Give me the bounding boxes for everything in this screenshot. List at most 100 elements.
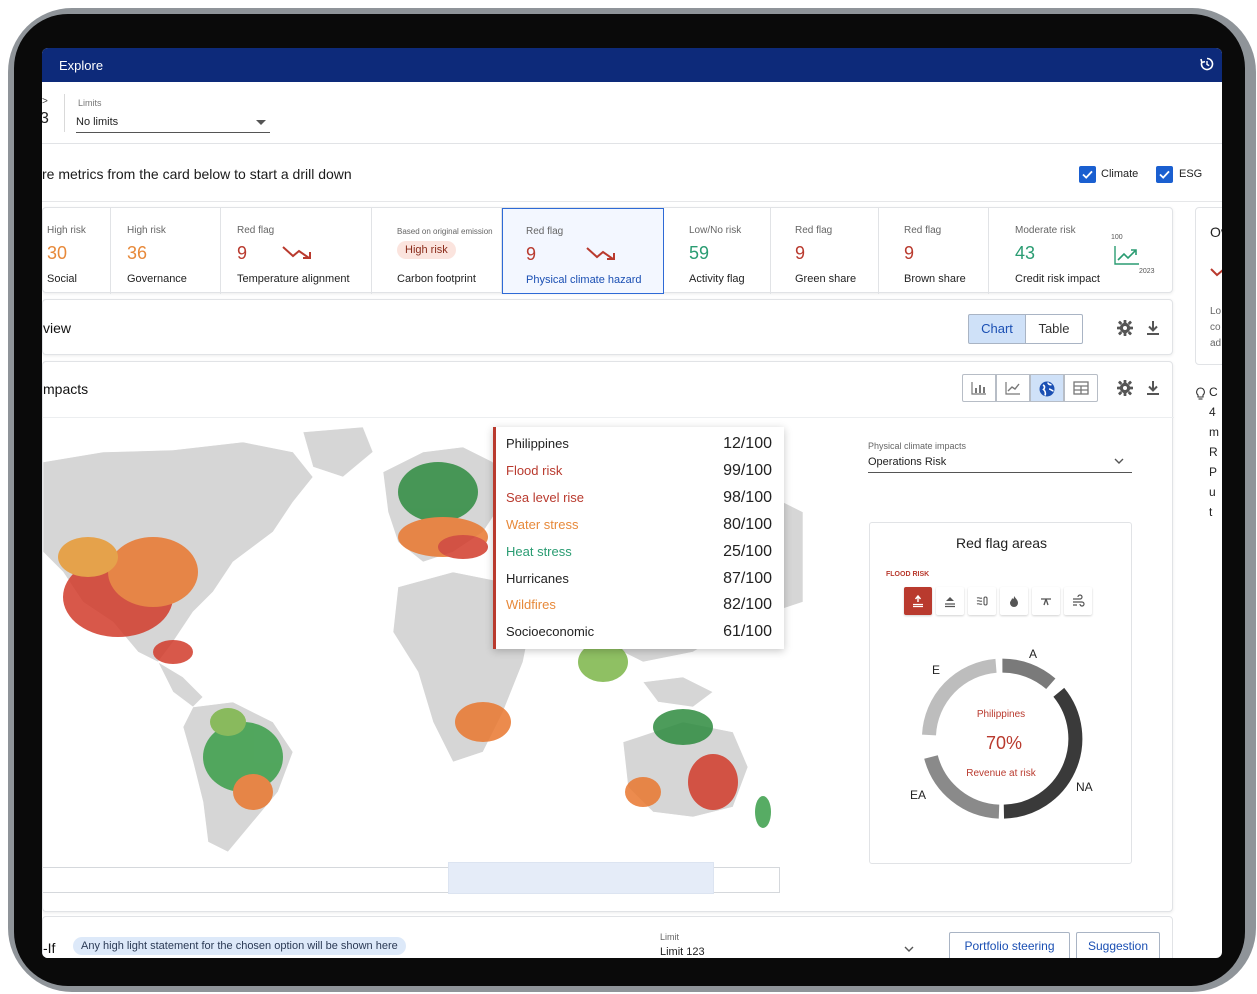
sea-level-hazard-button[interactable] — [936, 587, 964, 615]
esg-checkbox[interactable] — [1156, 166, 1173, 183]
map-tooltip: Philippines 12/100 Flood risk 99/100 Sea… — [493, 427, 784, 649]
metric-card-brown-share[interactable]: Red flag 9 Brown share — [879, 208, 989, 294]
metric-card-temperature-alignment[interactable]: Red flag 9 Temperature alignment — [221, 208, 372, 294]
gear-icon[interactable] — [1116, 319, 1134, 337]
wildfire-icon — [1010, 596, 1018, 607]
overview-panel: view Chart Table — [42, 299, 1173, 355]
metric-card-social[interactable]: High risk 30 Social — [42, 208, 111, 294]
download-icon[interactable] — [1144, 379, 1162, 397]
side-panel-text: Lo — [1210, 306, 1222, 317]
card-name: Social — [47, 273, 77, 285]
red-flag-areas-title: Red flag areas — [955, 535, 1048, 551]
filter-bar: > 3 Limits No limits — [42, 82, 1222, 144]
metric-card-credit-risk-impact[interactable]: Moderate risk 43 Credit risk impact 100 … — [989, 208, 1174, 294]
card-name: Green share — [795, 273, 857, 285]
instruction-text: re metrics from the card below to start … — [42, 166, 352, 182]
hurricane-hazard-button[interactable] — [1032, 587, 1060, 615]
limit-label: Limit — [660, 932, 680, 942]
lightbulb-icon — [1196, 387, 1205, 400]
card-name: Physical climate hazard — [526, 274, 642, 286]
metric-card-physical-climate-hazard[interactable]: Red flag 9 Physical climate hazard — [502, 208, 664, 294]
risk-area — [455, 702, 511, 742]
metric-cards: High risk 30 Social High risk 36 Governa… — [42, 207, 1174, 294]
table-toggle-button[interactable]: Table — [1025, 314, 1083, 344]
tooltip-label: Wildfires — [506, 597, 556, 612]
table-view-button[interactable] — [1064, 374, 1098, 402]
map-range-thumb[interactable] — [448, 862, 714, 894]
climate-checkbox-label: Climate — [1101, 168, 1139, 180]
tooltip-label: Socioeconomic — [506, 624, 595, 639]
tooltip-value: 80/100 — [723, 516, 772, 533]
limits-select[interactable]: No limits — [76, 114, 270, 133]
card-label: Low/No risk — [689, 225, 742, 236]
breadcrumb-value: 3 — [42, 110, 49, 127]
download-icon[interactable] — [1144, 319, 1162, 337]
active-hazard-label: FLOOD RISK — [886, 571, 930, 578]
physical-climate-impacts-select[interactable]: Operations Risk — [868, 454, 1132, 473]
risk-area — [625, 777, 661, 807]
limits-label: Limits — [78, 98, 102, 108]
wildfire-hazard-button[interactable] — [1000, 587, 1028, 615]
donut-center-value: 70% — [986, 733, 1022, 753]
portfolio-steering-button[interactable]: Portfolio steering — [949, 932, 1070, 958]
highlight-statement-badge: Any high light statement for the chosen … — [73, 937, 406, 955]
sparkline-up-icon — [1114, 246, 1139, 265]
suggestion-button[interactable]: Suggestion — [1076, 932, 1160, 958]
bar-chart-icon — [971, 382, 986, 395]
map-range-slider[interactable] — [43, 862, 780, 894]
metric-card-green-share[interactable]: Red flag 9 Green share — [771, 208, 879, 294]
tooltip-label: Water stress — [506, 517, 579, 532]
metric-card-activity-flag[interactable]: Low/No risk 59 Activity flag — [664, 208, 771, 294]
line-chart-view-button[interactable] — [996, 374, 1030, 402]
bar-chart-view-button[interactable] — [962, 374, 996, 402]
tooltip-label: Philippines — [506, 436, 569, 451]
insight-hint: C 4 m R P u t — [1195, 383, 1222, 533]
hurricane-icon — [1041, 598, 1051, 606]
card-label: High risk — [127, 225, 166, 236]
sparkline-year-label: 2023 — [1139, 268, 1155, 275]
donut-segment-a — [1002, 658, 1056, 690]
climate-checkbox[interactable] — [1079, 166, 1096, 183]
wind-icon — [1073, 594, 1085, 607]
water-stress-hazard-button[interactable] — [968, 587, 996, 615]
wind-hazard-button[interactable] — [1064, 587, 1092, 615]
metric-card-governance[interactable]: High risk 36 Governance — [111, 208, 221, 294]
gear-icon[interactable] — [1116, 379, 1134, 397]
card-value: 30 — [47, 243, 68, 263]
physical-climate-impacts-label: Physical climate impacts — [868, 441, 967, 451]
tooltip-label: Heat stress — [506, 544, 572, 559]
card-label: High risk — [47, 225, 86, 236]
card-name: Governance — [127, 273, 187, 285]
donut-country-label: Philippines — [977, 709, 1025, 720]
metric-card-carbon-footprint[interactable]: Based on original emission High risk Car… — [372, 208, 502, 294]
check-icon — [1082, 170, 1093, 179]
revenue-at-risk-donut: A E EA NA Philippines 70% Revenue at ris… — [910, 647, 1093, 819]
water-stress-icon — [976, 596, 988, 606]
risk-area — [210, 708, 246, 736]
risk-area — [153, 640, 193, 664]
card-value: 43 — [1015, 243, 1036, 263]
chevron-down-icon[interactable] — [904, 946, 914, 953]
limit-select[interactable]: Limit 123 — [660, 946, 705, 958]
tooltip-row: Heat stress 25/100 — [506, 543, 778, 566]
donut-caption: Revenue at risk — [966, 768, 1036, 779]
side-panel-text: ad — [1210, 338, 1222, 349]
chart-toggle-button[interactable]: Chart — [968, 314, 1026, 344]
risk-area — [755, 796, 771, 828]
card-name: Activity flag — [689, 273, 745, 285]
what-if-title: -If — [43, 940, 56, 956]
tooltip-label: Hurricanes — [506, 571, 569, 586]
chevron-down-icon — [1114, 458, 1124, 464]
red-flag-areas-panel: Red flag areas FLOOD RISK A E EA NA Phil… — [869, 522, 1132, 864]
tooltip-row: Water stress 80/100 — [506, 516, 778, 539]
trend-down-icon — [1210, 268, 1222, 277]
overview-side-panel: Ov Lo co ad — [1195, 207, 1222, 365]
flood-hazard-button[interactable] — [904, 587, 932, 615]
history-icon[interactable] — [1200, 57, 1214, 71]
map-view-button[interactable] — [1030, 374, 1064, 402]
limits-select-value: No limits — [76, 116, 119, 128]
card-label: Red flag — [904, 225, 942, 236]
card-label: Red flag — [526, 226, 564, 237]
esg-checkbox-label: ESG — [1179, 168, 1203, 180]
card-label: Based on original emission — [397, 227, 493, 236]
